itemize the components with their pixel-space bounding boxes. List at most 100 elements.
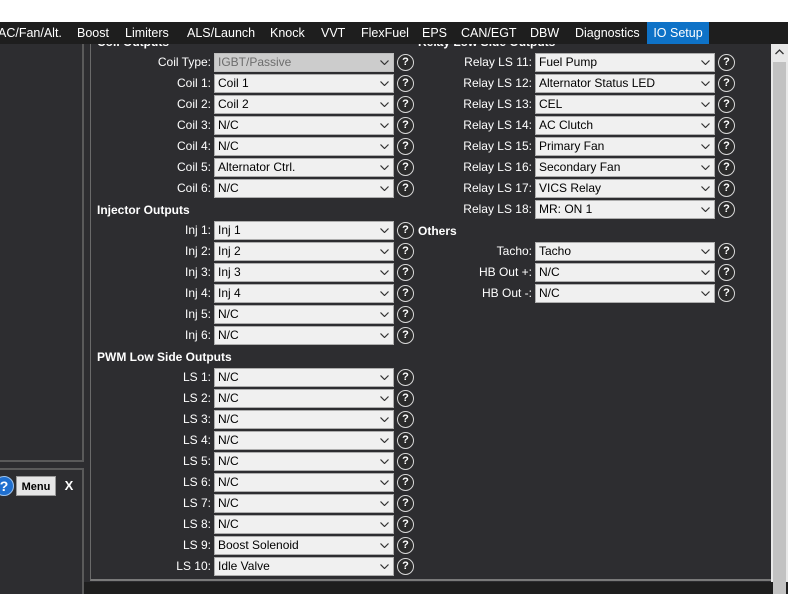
menu-item-flexfuel[interactable]: FlexFuel bbox=[361, 22, 409, 44]
menu-item-eps[interactable]: EPS bbox=[422, 22, 447, 44]
pwm-low-side-outputs-title: PWM Low Side Outputs bbox=[97, 350, 232, 364]
inj-5-dropdown[interactable]: N/C bbox=[214, 305, 394, 324]
help-icon[interactable]: ? bbox=[397, 516, 414, 533]
help-icon[interactable]: ? bbox=[397, 453, 414, 470]
relay-ls-12-dropdown[interactable]: Alternator Status LED bbox=[535, 74, 715, 93]
help-icon[interactable]: ? bbox=[397, 495, 414, 512]
menu-bar: AC/Fan/Alt. Boost Limiters ALS/Launch Knock V… bbox=[0, 22, 788, 44]
relay-ls-17-dropdown[interactable]: VICS Relay bbox=[535, 179, 715, 198]
ls-2-dropdown[interactable]: N/C bbox=[214, 389, 394, 408]
left-panel-lower: ? Menu X bbox=[0, 468, 84, 594]
relay-ls-16-label: Relay LS 16: bbox=[463, 160, 532, 174]
help-icon[interactable]: ? bbox=[718, 75, 735, 92]
menu-button[interactable]: Menu bbox=[16, 476, 56, 496]
ls-10-value: Idle Valve bbox=[218, 559, 270, 573]
help-icon[interactable]: ? bbox=[718, 180, 735, 197]
ls-10-label: LS 10: bbox=[176, 559, 211, 573]
scroll-up-arrow-icon[interactable] bbox=[771, 44, 788, 61]
chevron-down-icon bbox=[380, 432, 390, 449]
inj-6-dropdown[interactable]: N/C bbox=[214, 326, 394, 345]
ls-2-label: LS 2: bbox=[182, 391, 211, 405]
relay-ls-13-dropdown[interactable]: CEL bbox=[535, 95, 715, 114]
relay-ls-15-value: Primary Fan bbox=[539, 139, 605, 153]
menu-item-ac-fan-alt[interactable]: AC/Fan/Alt. bbox=[0, 22, 62, 44]
ls-8-dropdown[interactable]: N/C bbox=[214, 515, 394, 534]
close-button[interactable]: X bbox=[58, 476, 80, 496]
inj-6-value: N/C bbox=[218, 328, 239, 342]
help-icon[interactable]: ? bbox=[397, 306, 414, 323]
menu-item-als-launch[interactable]: ALS/Launch bbox=[187, 22, 255, 44]
ls-7-dropdown[interactable]: N/C bbox=[214, 494, 394, 513]
help-icon[interactable]: ? bbox=[718, 138, 735, 155]
help-icon[interactable]: ? bbox=[397, 537, 414, 554]
help-icon[interactable]: ? bbox=[718, 54, 735, 71]
hb-out-minus-label: HB Out -: bbox=[481, 286, 532, 300]
ls-1-dropdown[interactable]: N/C bbox=[214, 368, 394, 387]
help-icon[interactable]: ? bbox=[397, 558, 414, 575]
help-icon[interactable]: ? bbox=[718, 264, 735, 281]
hb-out-minus-value: N/C bbox=[539, 286, 560, 300]
help-icon[interactable]: ? bbox=[0, 476, 14, 496]
help-icon[interactable]: ? bbox=[718, 285, 735, 302]
ls-8-label: LS 8: bbox=[182, 517, 211, 531]
chevron-down-icon bbox=[380, 537, 390, 554]
help-icon[interactable]: ? bbox=[397, 369, 414, 386]
menu-item-io-setup[interactable]: IO Setup bbox=[647, 22, 709, 44]
relay-ls-15-dropdown[interactable]: Primary Fan bbox=[535, 137, 715, 156]
menu-item-vvt[interactable]: VVT bbox=[321, 22, 345, 44]
menu-item-diagnostics[interactable]: Diagnostics bbox=[575, 22, 640, 44]
hb-out-plus-dropdown[interactable]: N/C bbox=[535, 263, 715, 282]
help-icon[interactable]: ? bbox=[718, 96, 735, 113]
relay-ls-16-dropdown[interactable]: Secondary Fan bbox=[535, 158, 715, 177]
ls-3-dropdown[interactable]: N/C bbox=[214, 410, 394, 429]
help-icon[interactable]: ? bbox=[397, 411, 414, 428]
chevron-down-icon bbox=[380, 558, 390, 575]
menu-item-can-egt[interactable]: CAN/EGT bbox=[461, 22, 517, 44]
ls-6-row: LS 6: N/C? bbox=[91, 473, 771, 492]
chevron-down-icon bbox=[701, 138, 711, 155]
help-icon[interactable]: ? bbox=[718, 243, 735, 260]
ls-6-label: LS 6: bbox=[182, 475, 211, 489]
left-panel-upper bbox=[0, 44, 84, 462]
tacho-dropdown[interactable]: Tacho bbox=[535, 242, 715, 261]
chevron-down-icon bbox=[380, 516, 390, 533]
io-setup-panel: Coil OutputsCoil Type:IGBT/Passive?Coil … bbox=[91, 44, 771, 579]
ls-6-dropdown[interactable]: N/C bbox=[214, 473, 394, 492]
ls-4-label: LS 4: bbox=[182, 433, 211, 447]
ls-7-row: LS 7: N/C? bbox=[91, 494, 771, 513]
inj-1-value: Inj 1 bbox=[218, 223, 241, 237]
hb-out-minus-dropdown[interactable]: N/C bbox=[535, 284, 715, 303]
help-icon[interactable]: ? bbox=[397, 474, 414, 491]
help-icon[interactable]: ? bbox=[718, 117, 735, 134]
inj-1-dropdown[interactable]: Inj 1 bbox=[214, 221, 394, 240]
help-icon[interactable]: ? bbox=[397, 222, 414, 239]
relay-ls-14-dropdown[interactable]: AC Clutch bbox=[535, 116, 715, 135]
menu-item-limiters[interactable]: Limiters bbox=[125, 22, 169, 44]
help-icon[interactable]: ? bbox=[397, 432, 414, 449]
relay-ls-11-dropdown[interactable]: Fuel Pump bbox=[535, 53, 715, 72]
help-icon[interactable]: ? bbox=[397, 327, 414, 344]
inj-5-label: Inj 5: bbox=[184, 307, 211, 321]
chevron-down-icon bbox=[380, 453, 390, 470]
help-icon[interactable]: ? bbox=[718, 201, 735, 218]
tacho-row: Tacho: Tacho? bbox=[91, 242, 771, 261]
ls-9-dropdown[interactable]: Boost Solenoid bbox=[214, 536, 394, 555]
ls-10-row: LS 10: Idle Valve? bbox=[91, 557, 771, 576]
help-icon[interactable]: ? bbox=[397, 390, 414, 407]
scroll-thumb[interactable] bbox=[773, 62, 786, 594]
ls-4-dropdown[interactable]: N/C bbox=[214, 431, 394, 450]
help-icon[interactable]: ? bbox=[718, 159, 735, 176]
ls-4-value: N/C bbox=[218, 433, 239, 447]
menu-item-dbw[interactable]: DBW bbox=[530, 22, 559, 44]
vertical-scrollbar[interactable] bbox=[771, 44, 788, 594]
chevron-down-icon bbox=[380, 369, 390, 386]
relay-ls-18-dropdown[interactable]: MR: ON 1 bbox=[535, 200, 715, 219]
ls-5-dropdown[interactable]: N/C bbox=[214, 452, 394, 471]
ls-3-value: N/C bbox=[218, 412, 239, 426]
menu-item-boost[interactable]: Boost bbox=[77, 22, 109, 44]
menu-item-knock[interactable]: Knock bbox=[270, 22, 305, 44]
ls-10-dropdown[interactable]: Idle Valve bbox=[214, 557, 394, 576]
inj-1-label: Inj 1: bbox=[184, 223, 211, 237]
ls-1-row: LS 1: N/C? bbox=[91, 368, 771, 387]
tacho-value: Tacho bbox=[539, 244, 572, 258]
